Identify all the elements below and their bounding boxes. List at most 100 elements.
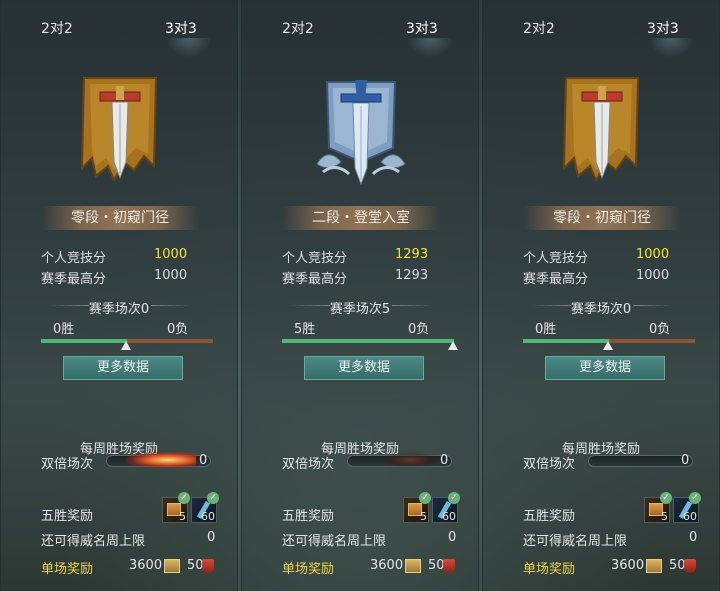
coin-icon: [405, 559, 421, 573]
personal-score-value: 1000: [636, 247, 670, 262]
check-icon: ✓: [207, 492, 219, 504]
tab-3v3[interactable]: 3对3: [165, 18, 197, 38]
rank-title: 零段・初窥门径: [41, 206, 199, 230]
single-coin-value: 3600: [370, 558, 404, 573]
remaining-limit-value: 0: [207, 530, 216, 545]
mode-tabs: 2对2 3对3: [483, 18, 719, 58]
double-matches-count: 0: [440, 453, 449, 468]
check-icon: ✓: [448, 492, 460, 504]
rank-title: 零段・初窥门径: [523, 206, 681, 230]
season-matches: 赛季场次0: [88, 302, 150, 317]
five-wins-label: 五胜奖励: [41, 509, 94, 524]
divider-ornament: [392, 305, 432, 306]
shield-icon: [684, 559, 696, 573]
single-reward-label: 单场奖励: [282, 562, 335, 577]
chest-reward-icon[interactable]: ✓ 5: [162, 492, 190, 523]
scroll-reward-icon[interactable]: ✓ 60: [673, 492, 701, 523]
single-reward-label: 单场奖励: [523, 562, 576, 577]
personal-score-value: 1293: [395, 247, 429, 262]
ember-effect-icon: [382, 453, 438, 467]
coin-icon: [164, 559, 180, 573]
losses-count: 0负: [649, 322, 671, 337]
chest-reward-count: 5: [420, 510, 427, 523]
chest-reward-icon[interactable]: ✓ 5: [403, 492, 431, 523]
rank-title: 二段・登堂入室: [282, 206, 440, 230]
remaining-limit-value: 0: [689, 530, 698, 545]
double-matches-count: 0: [681, 453, 690, 468]
win-rate-marker: [603, 341, 613, 350]
fire-effect-icon: [126, 452, 196, 468]
tab-active-glow: [648, 38, 694, 58]
personal-score-label: 个人竞技分: [282, 251, 348, 266]
season-matches: 赛季场次0: [570, 302, 632, 317]
wins-count: 5胜: [294, 322, 316, 337]
five-wins-label: 五胜奖励: [282, 509, 335, 524]
coin-icon: [646, 559, 662, 573]
more-data-button[interactable]: 更多数据: [545, 356, 665, 380]
win-bar-fill: [41, 339, 127, 343]
silver-banner-sword-icon: [316, 80, 406, 186]
more-data-button[interactable]: 更多数据: [63, 356, 183, 380]
season-high-value: 1000: [636, 268, 670, 283]
win-bar-fill: [282, 339, 454, 343]
check-icon: ✓: [660, 492, 672, 504]
mode-tabs: 2对2 3对3: [1, 18, 237, 58]
win-rate-marker: [121, 341, 131, 350]
more-data-button[interactable]: 更多数据: [304, 356, 424, 380]
season-high-label: 赛季最高分: [282, 272, 348, 287]
five-wins-label: 五胜奖励: [523, 509, 576, 524]
losses-count: 0负: [408, 322, 430, 337]
check-icon: ✓: [419, 492, 431, 504]
rank-panel-right: 2对2 3对3 零段・初窥门径 个人竞技分 1000 赛季最高分 1000 赛季…: [482, 0, 720, 591]
win-bar-fill: [523, 339, 609, 343]
season-high-value: 1293: [395, 268, 429, 283]
double-matches-label: 双倍场次: [41, 457, 94, 472]
rank-panel-middle: 2对2 3对3 二段・登堂入室 个人竞技分 1293 赛季最高分 1293 赛季…: [241, 0, 479, 591]
rank-panel-left: 2对2 3对3 零段・初窥门径 个人竞技分 1000 赛季最高分 1000 赛季…: [0, 0, 238, 591]
season-matches: 赛季场次5: [329, 302, 391, 317]
single-coin-value: 3600: [611, 558, 645, 573]
wins-count: 0胜: [53, 322, 75, 337]
remaining-limit-label: 还可得威名周上限: [523, 534, 628, 549]
personal-score-label: 个人竞技分: [41, 251, 107, 266]
tab-2v2[interactable]: 2对2: [41, 18, 73, 38]
remaining-limit-label: 还可得威名周上限: [41, 534, 146, 549]
win-rate-marker: [448, 341, 458, 350]
shield-icon: [443, 559, 455, 573]
divider-ornament: [633, 305, 673, 306]
tab-2v2[interactable]: 2对2: [523, 18, 555, 38]
scroll-reward-icon[interactable]: ✓ 60: [432, 492, 460, 523]
divider-ornament: [151, 305, 191, 306]
gold-banner-sword-icon: [562, 77, 640, 183]
shield-icon: [202, 559, 214, 573]
scroll-reward-count: 60: [683, 510, 697, 523]
double-matches-bar: [588, 455, 693, 467]
mode-tabs: 2对2 3对3: [242, 18, 478, 58]
double-matches-count: 0: [199, 453, 208, 468]
scroll-reward-count: 60: [442, 510, 456, 523]
wins-count: 0胜: [535, 322, 557, 337]
win-loss-bar: [282, 339, 454, 343]
personal-score-label: 个人竞技分: [523, 251, 589, 266]
double-matches-label: 双倍场次: [282, 457, 335, 472]
chest-reward-count: 5: [661, 510, 668, 523]
personal-score-value: 1000: [154, 247, 188, 262]
season-high-value: 1000: [154, 268, 188, 283]
scroll-reward-icon[interactable]: ✓ 60: [191, 492, 219, 523]
check-icon: ✓: [178, 492, 190, 504]
season-high-label: 赛季最高分: [41, 272, 107, 287]
remaining-limit-label: 还可得威名周上限: [282, 534, 387, 549]
tab-3v3[interactable]: 3对3: [406, 18, 438, 38]
tab-active-glow: [166, 38, 212, 58]
gold-banner-sword-icon: [80, 77, 158, 183]
double-matches-label: 双倍场次: [523, 457, 576, 472]
tab-3v3[interactable]: 3对3: [647, 18, 679, 38]
season-high-label: 赛季最高分: [523, 272, 589, 287]
check-icon: ✓: [689, 492, 701, 504]
chest-reward-icon[interactable]: ✓ 5: [644, 492, 672, 523]
tab-2v2[interactable]: 2对2: [282, 18, 314, 38]
remaining-limit-value: 0: [448, 530, 457, 545]
losses-count: 0负: [167, 322, 189, 337]
scroll-reward-count: 60: [201, 510, 215, 523]
single-reward-label: 单场奖励: [41, 562, 94, 577]
